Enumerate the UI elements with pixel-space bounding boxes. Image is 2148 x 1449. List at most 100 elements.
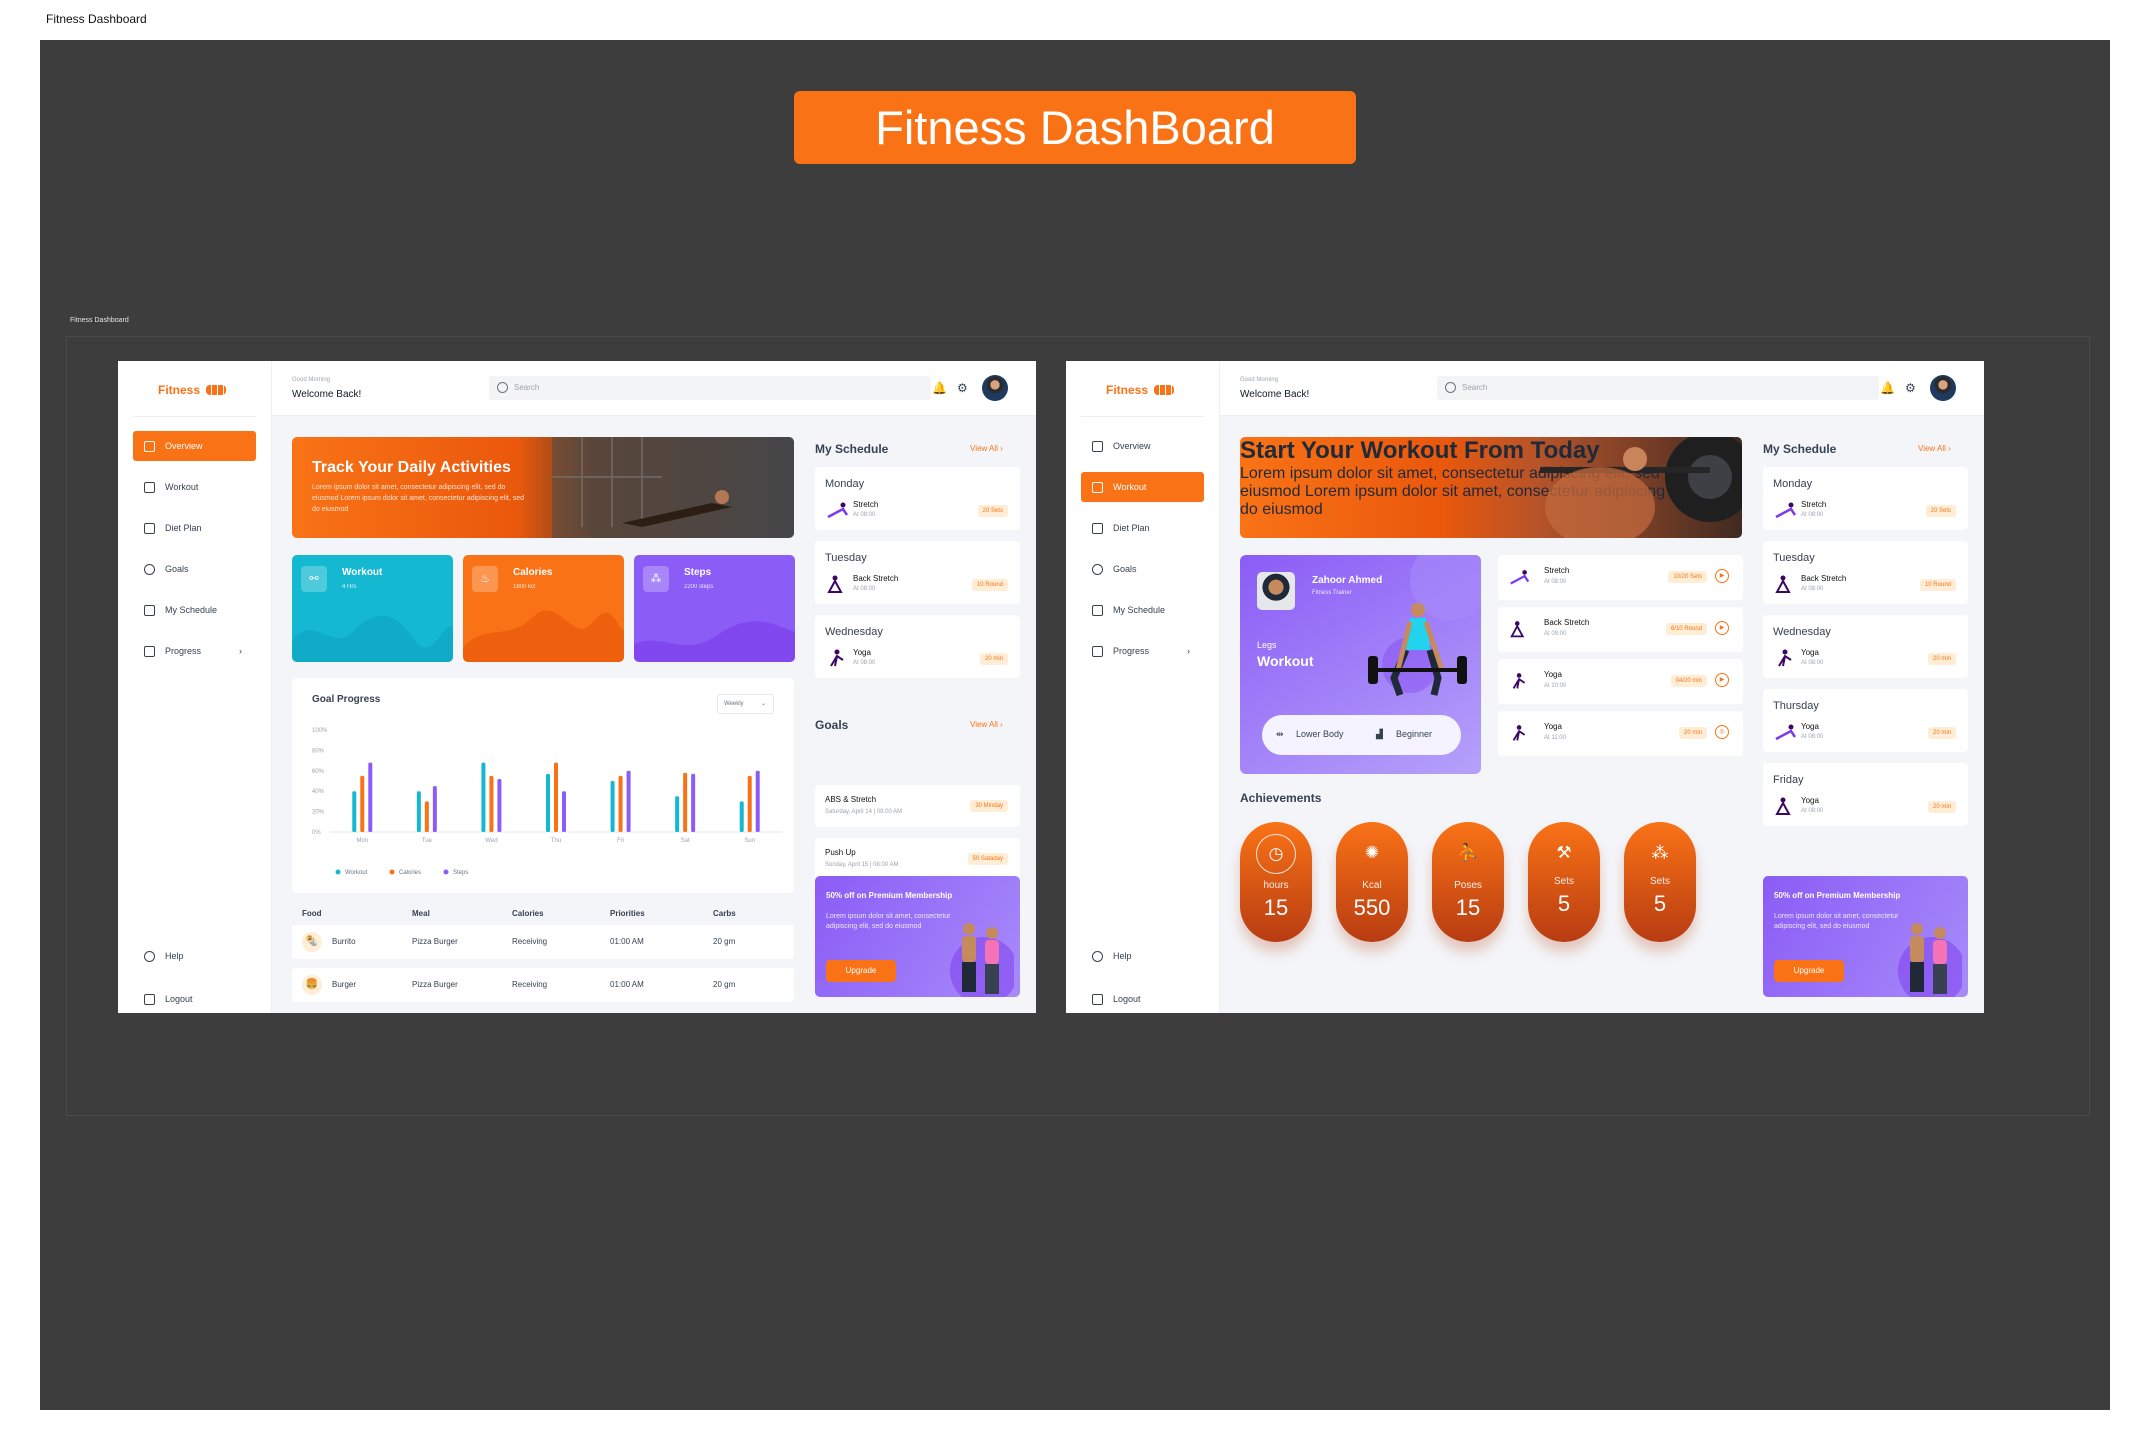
achievement-value: 5 [1653,891,1667,916]
sidebar-item-my-schedule[interactable]: My Schedule [1081,595,1204,625]
burrito-icon: 🌯 [302,932,322,952]
workout-item[interactable]: Back Stretch At 09:00 6/10 Round ▶ [1498,607,1743,652]
progress-badge: 6/10 Round [1665,623,1707,635]
schedule-day: Monday [825,478,865,490]
round-badge: 10 Round [971,579,1008,591]
schedule-item[interactable]: Tuesday Back Stretch At 08:00 10 Round [1763,541,1968,604]
search-input[interactable]: Search [489,376,931,400]
duration-badge: 20 min [1927,801,1956,813]
schedule-item[interactable]: Friday Yoga At 08:00 20 min [1763,763,1968,826]
schedule-item[interactable]: Wednesday Yoga At 08:00 20 min [1763,615,1968,678]
clock-play-icon[interactable]: ◎ [1715,725,1729,739]
play-icon[interactable]: ▶ [1715,569,1729,583]
gear-icon[interactable]: ⚙ [957,381,968,395]
trainer-card[interactable]: Zahoor Ahmed Fitness Trainer Legs Workou… [1240,555,1481,774]
workout-tags: ⇹ Lower Body ▟ Beginner [1262,715,1461,755]
goal-item[interactable]: Push Up Sunday, April 15 | 08:00 AM 50 S… [815,838,1020,880]
gear-icon[interactable]: ⚙ [1905,381,1916,395]
sidebar-item-label: Goals [165,564,189,574]
sidebar-item-help[interactable]: Help [133,941,256,971]
table-cell: Pizza Burger [412,980,458,989]
y-tick-label: 80% [312,748,325,754]
workout-item[interactable]: Stretch At 08:00 10/20 Sets ▶ [1498,555,1743,600]
sidebar-item-label: Logout [165,994,193,1004]
sidebar: Fitness Overview Workout Diet Plan Goals… [118,361,272,1013]
chart-bar [424,801,429,832]
stat-title: Workout [342,567,383,578]
sidebar-item-logout[interactable]: Logout [1081,984,1204,1013]
yoga-icon [1512,725,1526,741]
sidebar-item-progress[interactable]: Progress › [133,636,256,666]
sidebar-item-help[interactable]: Help [1081,941,1204,971]
schedule-item[interactable]: Monday Stretch At 08:00 20 Sets [815,467,1020,530]
view-all-link[interactable]: View All › [970,720,1003,729]
goal-badge: 50 Sataday [967,853,1008,865]
table-row[interactable]: 🌯 Burrito Pizza Burger Receiving 01:00 A… [292,925,794,959]
brand-logo[interactable]: Fitness [158,383,227,397]
burger-icon: 🍔 [302,975,322,995]
sidebar-item-workout[interactable]: Workout [133,472,256,502]
sidebar-item-overview[interactable]: Overview [1081,431,1204,461]
workout-screen: Fitness Overview Workout Diet Plan Goals… [1066,361,1984,1013]
hero-title: Track Your Daily Activities [312,459,511,476]
view-all-link[interactable]: View All › [970,444,1003,453]
sidebar-item-label: Overview [165,441,203,451]
stretch-icon [827,502,849,519]
schedule-item[interactable]: Wednesday Yoga At 08:00 20 min [815,615,1020,678]
exercise-name: Back Stretch [853,574,899,583]
workout-stat-card[interactable]: ⚯ Workout 4 Hrs [292,555,453,662]
table-row[interactable]: 🍔 Burger Pizza Burger Receiving 01:00 AM… [292,968,794,1002]
bell-icon[interactable]: 🔔 [932,381,947,395]
upgrade-button[interactable]: Upgrade [1774,960,1844,982]
y-tick-label: 40% [312,789,325,795]
sidebar-item-my-schedule[interactable]: My Schedule [133,595,256,625]
sidebar-item-logout[interactable]: Logout [133,984,256,1013]
brand-logo[interactable]: Fitness [1106,383,1175,397]
schedule-item[interactable]: Monday Stretch At 08:00 20 Sets [1763,467,1968,530]
schedule-item[interactable]: Thursday Yoga At 08:00 20 min [1763,689,1968,752]
upgrade-button[interactable]: Upgrade [826,960,896,982]
promo-title: 50% off on Premium Membership [826,891,953,900]
sidebar-item-goals[interactable]: Goals [133,554,256,584]
chart-bar [739,801,744,832]
sidebar-item-diet-plan[interactable]: Diet Plan [133,513,256,543]
trainer-photo [1257,572,1295,610]
workout-item[interactable]: Yoga At 11:00 20 min ◎ [1498,711,1743,756]
hero-banner: Start Your Workout From Today Lorem ipsu… [1240,437,1742,538]
bell-icon[interactable]: 🔔 [1880,381,1895,395]
exercise-time: At 08:00 [1801,808,1824,814]
sidebar-item-goals[interactable]: Goals [1081,554,1204,584]
chart-bar [432,786,437,832]
workout-item[interactable]: Yoga At 10:00 04/20 min ▶ [1498,659,1743,704]
search-input[interactable]: Search [1437,376,1879,400]
sidebar-item-label: Workout [1113,482,1147,492]
dumbbell-icon [1092,481,1103,493]
chart-bar [360,775,365,832]
view-all-label: View All [970,720,998,729]
view-all-link[interactable]: View All › [1918,444,1951,453]
calories-stat-card[interactable]: ♨ Calories 1800 kcl [463,555,624,662]
sidebar-item-workout[interactable]: Workout [1081,472,1204,502]
sidebar-item-overview[interactable]: Overview [133,431,256,461]
brand-name: Fitness [158,383,201,397]
grid-icon [144,440,155,452]
goal-item[interactable]: ABS & Stretch Saturday, April 14 | 08:00… [815,785,1020,827]
exercise-name: Back Stretch [1801,574,1847,583]
frame-label: Fitness Dashboard [70,317,129,324]
chart-bar [546,773,550,832]
sidebar-item-progress[interactable]: Progress › [1081,636,1204,666]
flame-icon: ✺ [1364,843,1380,862]
play-icon[interactable]: ▶ [1715,621,1729,635]
avatar[interactable] [1930,375,1956,401]
chart-bar [497,778,502,832]
steps-stat-card[interactable]: ⁂ Steps 2200 steps [634,555,795,662]
avatar[interactable] [982,375,1008,401]
play-icon[interactable]: ▶ [1715,673,1729,687]
premium-promo-card: 50% off on Premium Membership Lorem ipsu… [1763,876,1968,997]
sidebar-item-label: Diet Plan [165,523,202,533]
sidebar-item-label: My Schedule [1113,605,1166,615]
legend-label: Workout [345,870,368,876]
sidebar-item-diet-plan[interactable]: Diet Plan [1081,513,1204,543]
schedule-item[interactable]: Tuesday Back Stretch At 08:00 10 Round [815,541,1020,604]
search-placeholder: Search [1462,383,1488,392]
